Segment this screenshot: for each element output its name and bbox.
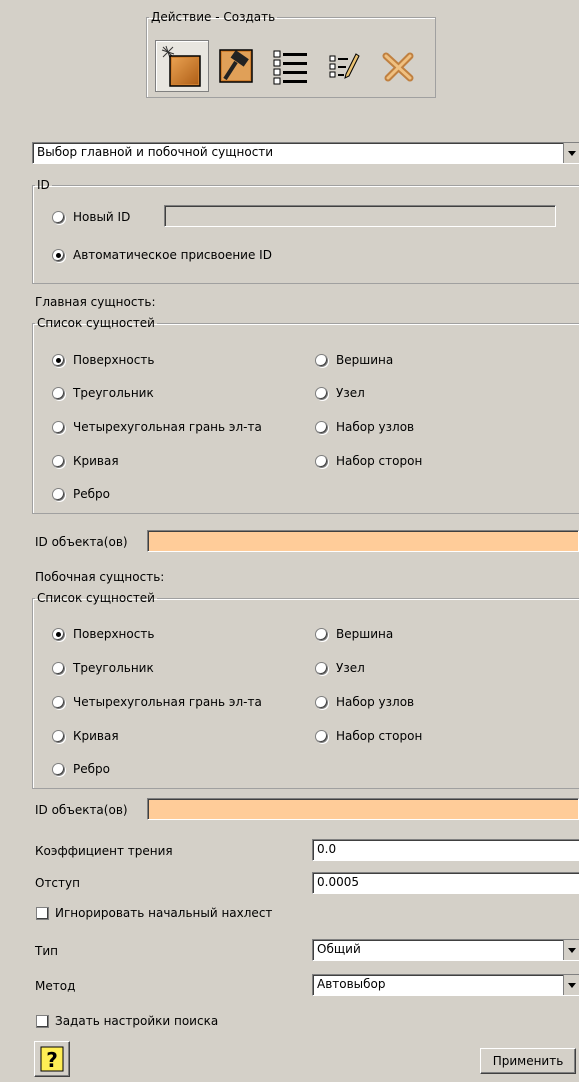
main-option-node[interactable]: Узел [315, 386, 365, 400]
main-object-ids-input[interactable] [147, 530, 579, 552]
list-icon [273, 50, 307, 85]
chevron-down-icon[interactable] [563, 940, 579, 960]
new-id-input[interactable] [164, 205, 556, 227]
radio-new-id-dot[interactable] [52, 210, 65, 224]
main-option-surface-dot[interactable] [52, 353, 65, 367]
create-button[interactable] [155, 40, 209, 92]
main-entity-list-group: Список сущностей [32, 316, 579, 514]
chevron-down-icon[interactable] [563, 975, 579, 995]
action-group-legend: Действие - Создать [151, 10, 276, 24]
secondary-object-ids-label: ID объекта(ов) [35, 803, 128, 817]
radio-new-id-label: Новый ID [73, 210, 131, 224]
sec-option-triangle[interactable]: Треугольник [52, 661, 154, 675]
sec-option-vertex[interactable]: Вершина [315, 627, 393, 641]
main-option-triangle[interactable]: Треугольник [52, 386, 154, 400]
ignore-overlap-checkbox[interactable]: Игнорировать начальный нахлест [36, 906, 272, 920]
main-option-edge[interactable]: Ребро [52, 487, 110, 501]
list-button[interactable] [263, 40, 317, 92]
id-group-legend: ID [37, 178, 50, 192]
radio-auto-id-dot[interactable] [52, 248, 65, 262]
sec-option-curve[interactable]: Кривая [52, 729, 119, 743]
chevron-down-icon[interactable] [563, 143, 579, 163]
radio-new-id[interactable]: Новый ID [52, 210, 130, 224]
radio-auto-id[interactable]: Автоматическое присвоение ID [52, 248, 272, 262]
method-label: Метод [35, 979, 76, 993]
sec-option-node[interactable]: Узел [315, 661, 365, 675]
type-select[interactable]: Общий [312, 939, 579, 961]
secondary-entity-list-group: Список сущностей [32, 591, 579, 789]
secondary-object-ids-input[interactable] [147, 798, 579, 820]
offset-label: Отступ [35, 876, 80, 890]
action-toolbar [155, 40, 427, 92]
ignore-overlap-box[interactable] [36, 906, 49, 920]
secondary-entity-list-legend: Список сущностей [37, 591, 155, 605]
edit-button[interactable] [317, 40, 371, 92]
main-option-surface[interactable]: Поверхность [52, 353, 154, 367]
sec-option-quad-face[interactable]: Четырехугольная грань эл-та [52, 695, 262, 709]
main-entity-list-legend: Список сущностей [37, 316, 155, 330]
method-select[interactable]: Автовыбор [312, 974, 579, 996]
id-group: ID [32, 178, 579, 284]
modify-button[interactable] [209, 40, 263, 92]
main-option-side-set[interactable]: Набор сторон [315, 454, 422, 468]
apply-button[interactable]: Применить [480, 1048, 576, 1074]
search-settings-box[interactable] [36, 1014, 49, 1028]
create-icon [161, 45, 201, 87]
help-button[interactable]: ? [34, 1041, 70, 1077]
search-settings-checkbox[interactable]: Задать настройки поиска [36, 1014, 218, 1028]
selection-mode-value: Выбор главной и побочной сущности [37, 145, 274, 159]
main-option-vertex[interactable]: Вершина [315, 353, 393, 367]
modify-icon [219, 49, 253, 83]
delete-icon [382, 52, 414, 82]
friction-input[interactable]: 0.0 [312, 839, 579, 861]
friction-label: Коэффициент трения [35, 844, 173, 858]
sec-option-surface[interactable]: Поверхность [52, 627, 154, 641]
main-entity-heading: Главная сущность: [35, 295, 156, 309]
radio-auto-id-label: Автоматическое присвоение ID [73, 248, 272, 262]
delete-button[interactable] [371, 40, 425, 92]
type-label: Тип [35, 944, 58, 958]
offset-input[interactable]: 0.0005 [312, 872, 579, 894]
ignore-overlap-label: Игнорировать начальный нахлест [55, 906, 273, 920]
svg-text:?: ? [46, 1048, 58, 1072]
search-settings-label: Задать настройки поиска [55, 1014, 219, 1028]
sec-option-side-set[interactable]: Набор сторон [315, 729, 422, 743]
main-option-curve[interactable]: Кривая [52, 454, 119, 468]
main-object-ids-label: ID объекта(ов) [35, 535, 128, 549]
secondary-entity-heading: Побочная сущность: [35, 570, 165, 584]
help-icon: ? [40, 1046, 64, 1072]
edit-icon [329, 53, 360, 79]
sec-option-edge[interactable]: Ребро [52, 762, 110, 776]
main-option-quad-face[interactable]: Четырехугольная грань эл-та [52, 420, 262, 434]
sec-option-node-set[interactable]: Набор узлов [315, 695, 414, 709]
selection-mode-select[interactable]: Выбор главной и побочной сущности [32, 142, 579, 164]
main-option-node-set[interactable]: Набор узлов [315, 420, 414, 434]
